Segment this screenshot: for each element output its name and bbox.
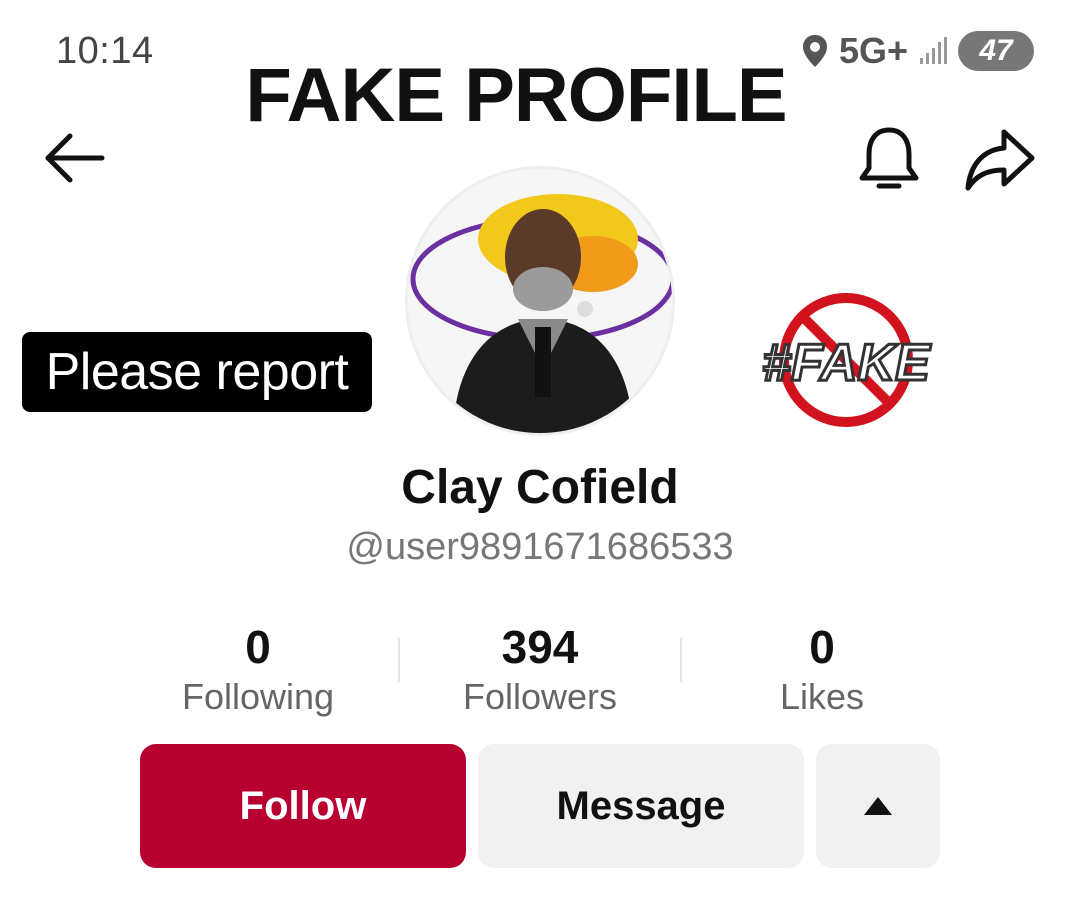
stat-label: Likes — [779, 676, 865, 717]
fake-badge-text: #FAKE — [762, 334, 931, 392]
bell-icon[interactable] — [856, 124, 922, 194]
message-button[interactable]: Message — [478, 744, 804, 868]
stat-likes[interactable]: 0 Likes — [682, 620, 962, 718]
stat-value: 394 — [501, 621, 579, 673]
stat-label: Followers — [462, 676, 618, 717]
stat-value: 0 — [809, 621, 835, 673]
share-icon[interactable] — [962, 124, 1036, 194]
username: @user9891671686533 — [346, 526, 734, 568]
report-label: Please report — [22, 332, 372, 412]
avatar[interactable] — [405, 166, 675, 436]
stat-label: Following — [181, 676, 335, 717]
fake-badge: #FAKE — [761, 293, 933, 427]
stat-following[interactable]: 0 Following — [118, 620, 398, 718]
stat-followers[interactable]: 394 Followers — [400, 620, 680, 718]
display-name: Clay Cofield — [401, 461, 679, 514]
avatar-image — [408, 169, 672, 433]
arrow-left-icon[interactable] — [40, 126, 110, 190]
follow-button[interactable]: Follow — [140, 744, 466, 868]
more-button[interactable] — [816, 744, 940, 868]
stat-value: 0 — [245, 621, 271, 673]
triangle-up-icon — [864, 797, 892, 815]
